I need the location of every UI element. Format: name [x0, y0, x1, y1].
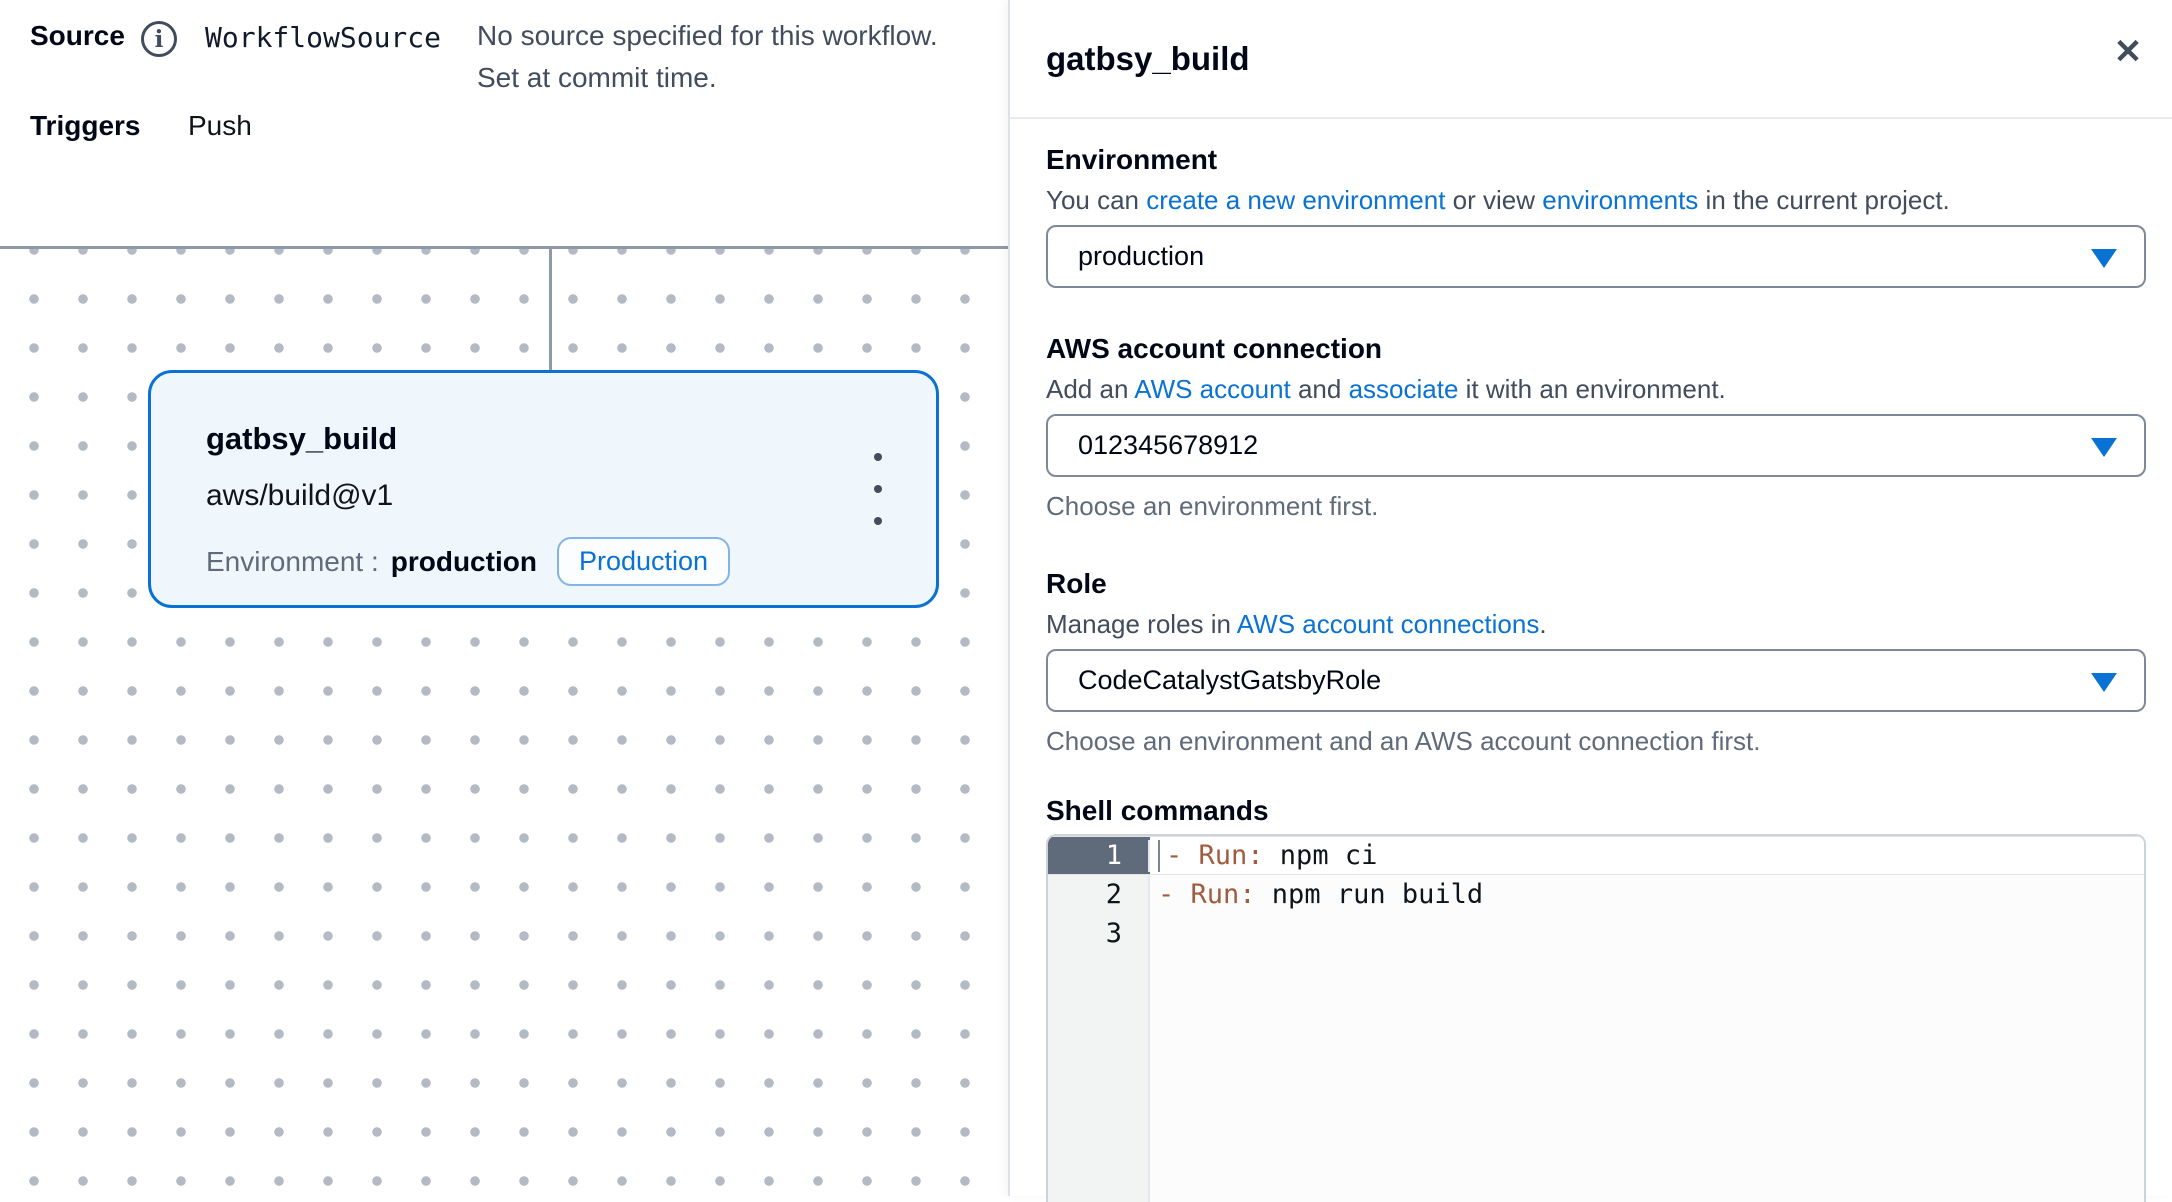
role-desc-text2: . — [1539, 609, 1546, 639]
line-number: 2 — [1048, 875, 1150, 914]
shell-commands-editor[interactable]: 1- Run: npm ci2- Run: npm run build3 — [1046, 834, 2146, 1202]
role-select[interactable]: CodeCatalystGatsbyRole — [1046, 649, 2146, 712]
aws-desc-text3: it with an environment. — [1458, 374, 1725, 404]
environment-select[interactable]: production — [1046, 225, 2146, 288]
section-role: Role Manage roles in AWS account connect… — [1046, 567, 2144, 758]
panel-header: gatbsy_build ✕ — [1010, 0, 2172, 119]
line-number: 1 — [1048, 837, 1150, 874]
aws-account-select-value: 012345678912 — [1078, 430, 1258, 461]
node-environment-label: Environment : — [206, 546, 379, 578]
environments-link[interactable]: environments — [1542, 185, 1698, 215]
aws-account-select[interactable]: 012345678912 — [1046, 414, 2146, 477]
environment-desc-text2: or view — [1445, 185, 1542, 215]
aws-account-connections-link[interactable]: AWS account connections — [1237, 609, 1540, 639]
source-note-line2: Set at commit time. — [477, 62, 717, 94]
dropdown-caret-icon — [2091, 673, 2117, 692]
dropdown-caret-icon — [2091, 249, 2117, 268]
role-select-value: CodeCatalystGatsbyRole — [1078, 665, 1381, 696]
node-environment-value: production — [391, 546, 537, 578]
editor-lines[interactable]: 1- Run: npm ci2- Run: npm run build3 — [1048, 836, 2144, 953]
node-action-type: aws/build@v1 — [206, 479, 730, 513]
aws-account-heading: AWS account connection — [1046, 332, 2144, 366]
production-badge[interactable]: Production — [557, 537, 730, 586]
line-content[interactable]: - Run: npm run build — [1150, 879, 2144, 910]
workflow-source-name: WorkflowSource — [205, 21, 441, 54]
aws-account-helper: Choose an environment first. — [1046, 489, 2144, 523]
section-aws-account: AWS account connection Add an AWS accoun… — [1046, 332, 2144, 523]
action-details-panel: gatbsy_build ✕ Environment You can creat… — [1008, 0, 2172, 1196]
triggers-label: Triggers — [30, 110, 140, 142]
source-label: Source — [30, 20, 125, 52]
workflow-canvas[interactable]: Source i WorkflowSource No source specif… — [0, 0, 1008, 1196]
section-shell-commands: Shell commands 1- Run: npm ci2- Run: npm… — [1046, 794, 2144, 1202]
role-desc-text1: Manage roles in — [1046, 609, 1237, 639]
aws-account-link[interactable]: AWS account — [1134, 374, 1291, 404]
environment-select-value: production — [1078, 241, 1204, 272]
connector-line — [549, 249, 552, 372]
workflow-node-gatbsy-build[interactable]: gatbsy_build aws/build@v1 Environment : … — [148, 370, 939, 608]
kebab-menu-icon[interactable] — [856, 447, 900, 531]
line-content[interactable]: - Run: npm ci — [1148, 840, 2144, 872]
code-token: npm run build — [1256, 879, 1484, 910]
node-title: gatbsy_build — [206, 421, 730, 457]
role-description: Manage roles in AWS account connections. — [1046, 607, 2144, 641]
shell-commands-heading: Shell commands — [1046, 794, 2144, 828]
editor-line[interactable]: 1- Run: npm ci — [1048, 836, 2144, 875]
panel-body: Environment You can create a new environ… — [1010, 119, 2172, 1202]
trigger-push[interactable]: Push — [188, 110, 252, 142]
aws-desc-text2: and — [1291, 374, 1349, 404]
aws-account-description: Add an AWS account and associate it with… — [1046, 372, 2144, 406]
environment-desc-text1: You can — [1046, 185, 1146, 215]
close-icon[interactable]: ✕ — [2106, 30, 2150, 74]
yaml-key-token: - Run: — [1158, 879, 1256, 910]
yaml-key-token: - Run: — [1166, 840, 1264, 871]
environment-description: You can create a new environment or view… — [1046, 183, 2144, 217]
section-environment: Environment You can create a new environ… — [1046, 143, 2144, 288]
source-note-line1: No source specified for this workflow. — [477, 20, 938, 52]
line-number: 3 — [1048, 914, 1150, 953]
editor-line[interactable]: 2- Run: npm run build — [1048, 875, 2144, 914]
associate-link[interactable]: associate — [1349, 374, 1459, 404]
dropdown-caret-icon — [2091, 438, 2117, 457]
role-helper: Choose an environment and an AWS account… — [1046, 724, 2144, 758]
info-icon[interactable]: i — [141, 21, 177, 57]
text-cursor — [1158, 840, 1160, 872]
aws-desc-text1: Add an — [1046, 374, 1134, 404]
environment-heading: Environment — [1046, 143, 2144, 177]
node-environment-row: Environment : production Production — [206, 537, 730, 586]
role-heading: Role — [1046, 567, 2144, 601]
create-environment-link[interactable]: create a new environment — [1146, 185, 1445, 215]
code-token: npm ci — [1264, 840, 1378, 871]
panel-title: gatbsy_build — [1046, 40, 1250, 78]
editor-line[interactable]: 3 — [1048, 914, 2144, 953]
environment-desc-text3: in the current project. — [1698, 185, 1949, 215]
